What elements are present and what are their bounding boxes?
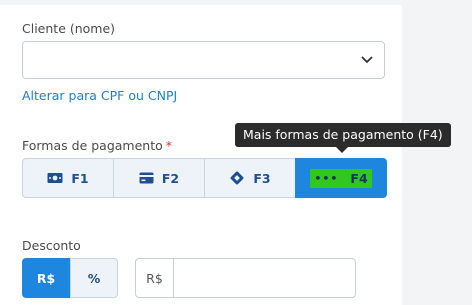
discount-input[interactable]: R$ [135,258,356,298]
client-label: Cliente (nome) [22,21,116,36]
card-icon [139,172,154,184]
payment-f1-button[interactable]: F1 [22,158,114,198]
discount-percent-button[interactable]: % [70,258,118,298]
discount-input-prefix: R$ [136,259,174,297]
discount-value-field[interactable] [174,259,355,297]
payment-methods-label: Formas de pagamento * [22,138,172,153]
tooltip-arrow [336,147,348,153]
discount-label: Desconto [22,238,81,253]
payment-methods-label-text: Formas de pagamento [22,138,163,153]
cash-icon [47,172,63,184]
discount-type-group: R$ % [22,258,118,298]
discount-currency-button[interactable]: R$ [22,258,70,298]
payment-f3-button[interactable]: F3 [204,158,296,198]
payment-f4-highlight: ••• F4 [310,168,372,188]
more-payment-tooltip: Mais formas de pagamento (F4) [235,123,451,147]
payment-method-group: F1 F2 F3 ••• F4 [22,158,387,198]
payment-f2-label: F2 [161,170,180,186]
payment-f1-label: F1 [71,170,89,186]
chevron-down-icon [361,56,373,64]
pix-icon [229,170,245,186]
payment-f2-button[interactable]: F2 [113,158,205,198]
client-select[interactable] [22,41,385,79]
switch-to-cpf-cnpj-link[interactable]: Alterar para CPF ou CNPJ [22,88,177,103]
payment-f3-label: F3 [253,170,271,186]
payment-f4-label: F4 [350,170,368,186]
required-asterisk: * [165,138,173,153]
more-dots-icon: ••• [314,171,339,185]
payment-f4-button[interactable]: ••• F4 [295,158,387,198]
